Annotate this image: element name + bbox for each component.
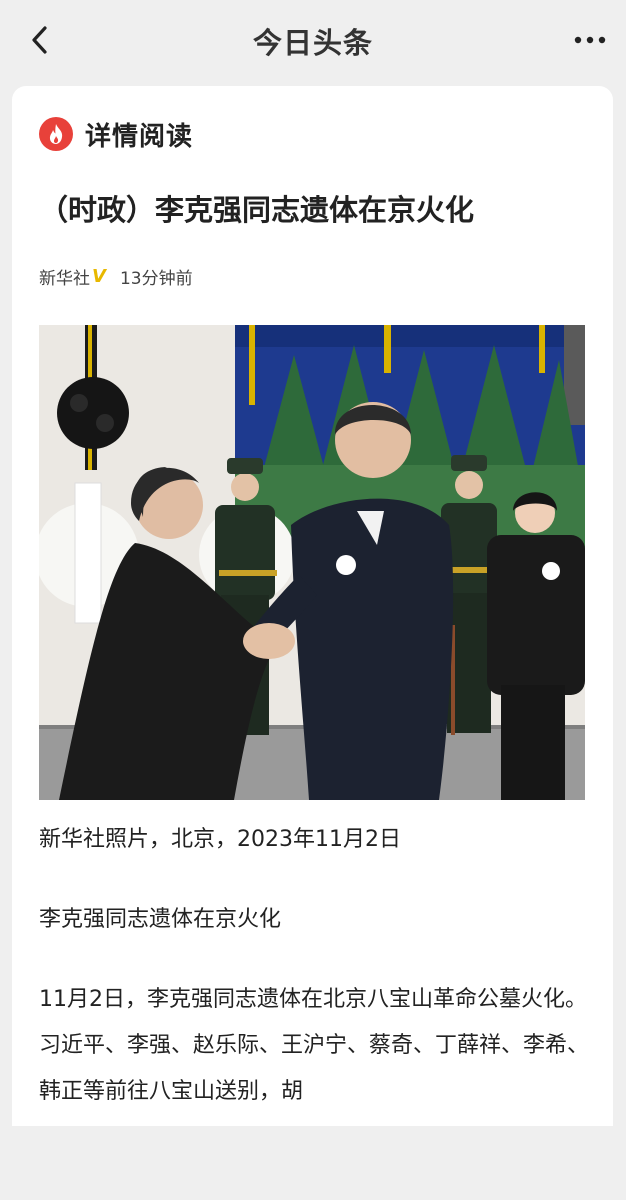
page-title: 今日头条 [252, 26, 373, 60]
more-button[interactable] [570, 22, 610, 58]
article-headline: （时政）李克强同志遗体在京火化 [39, 193, 475, 227]
article-paragraph-caption: 新华社照片，北京，2023年11月2日 [39, 827, 401, 852]
article-photo[interactable] [39, 325, 585, 800]
top-bar: 今日头条 [0, 0, 626, 84]
article-paragraph-body: 11月2日，李克强同志遗体在北京八宝山革命公墓火化。习近平、李强、赵乐际、王沪宁… [39, 987, 590, 1104]
article-paragraph-subtitle: 李克强同志遗体在京火化 [39, 907, 282, 932]
photo-illustration [39, 325, 585, 800]
card-header: 详情阅读 [39, 116, 193, 152]
card-header-label: 详情阅读 [85, 121, 194, 152]
publish-time: 13分钟前 [119, 269, 193, 289]
bottom-fade [12, 1114, 613, 1126]
source-name[interactable]: 新华社 [39, 264, 90, 289]
verified-badge-icon: V [92, 266, 106, 287]
fire-logo-icon [39, 117, 73, 151]
article-meta: 新华社 V 13分钟前 [39, 264, 193, 289]
more-horizontal-icon [574, 36, 606, 44]
article-card: 详情阅读 （时政）李克强同志遗体在京火化 新华社 V 13分钟前 新华社照片，北… [12, 86, 613, 1126]
